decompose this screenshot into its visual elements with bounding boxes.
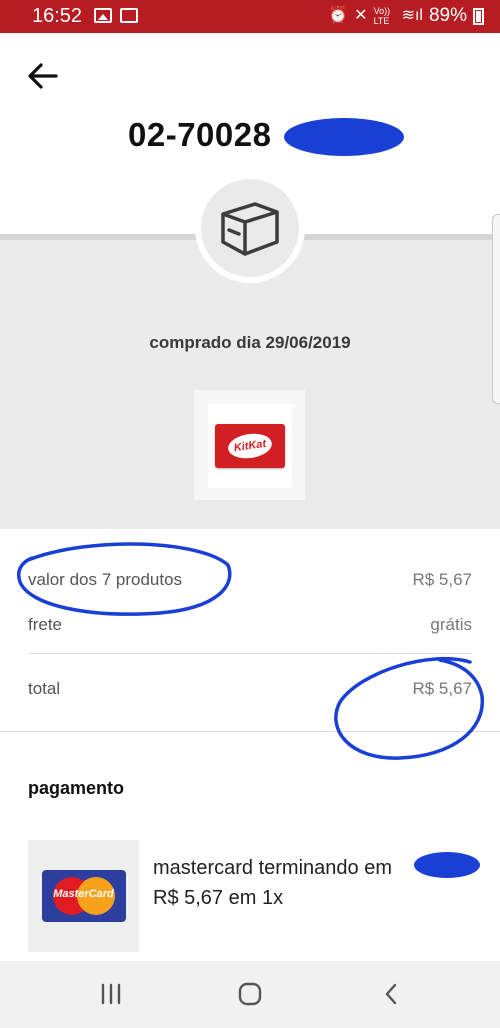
- recent-apps-button[interactable]: [91, 977, 131, 1011]
- annotation-circle-products: [17, 542, 232, 616]
- recent-apps-icon: [101, 983, 121, 1005]
- annotation-overlay: [17, 542, 484, 760]
- home-button[interactable]: [230, 977, 270, 1011]
- nav-back-icon: [385, 983, 397, 1005]
- system-navigation-bar: [0, 961, 500, 1028]
- nav-back-button[interactable]: [371, 977, 411, 1011]
- annotation-circle-total: [334, 657, 484, 760]
- home-icon: [238, 982, 262, 1006]
- scroll-edge-handle[interactable]: [492, 214, 500, 404]
